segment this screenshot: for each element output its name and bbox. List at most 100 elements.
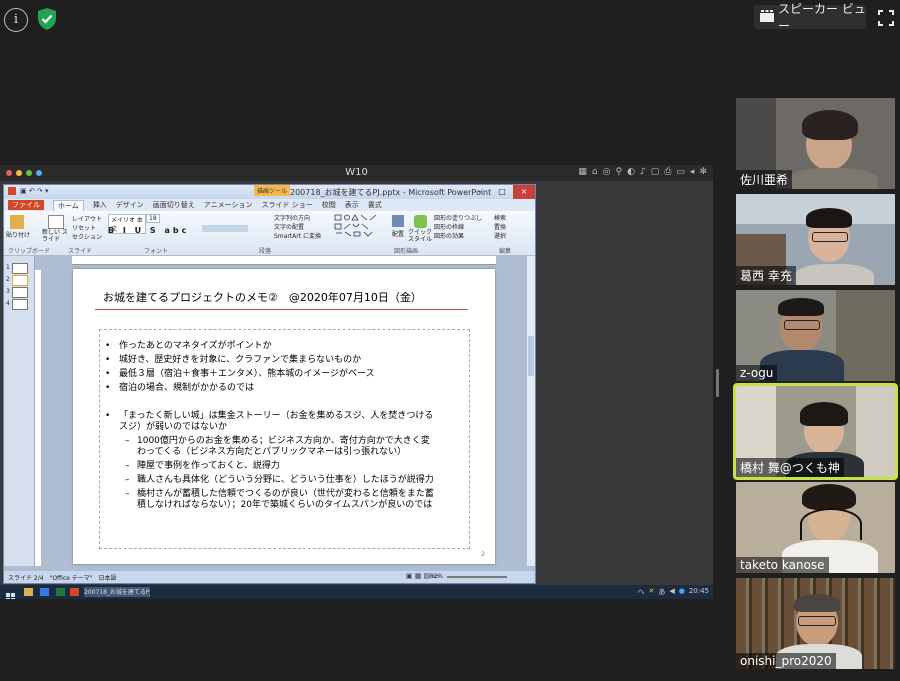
- tab-design[interactable]: デザイン: [116, 200, 144, 210]
- arrange-icon[interactable]: [392, 215, 404, 227]
- remote-tool-icon[interactable]: ▦: [578, 167, 587, 177]
- shape-outline-button[interactable]: 図形の枠線: [434, 222, 464, 231]
- sub-bullet-text: 職人さんも具体化（どういう分野に、どういう仕事を）したほうが説得力: [137, 475, 434, 485]
- new-slide-button[interactable]: 新しい スライド: [42, 229, 70, 243]
- quick-styles-button[interactable]: クイック スタイル: [408, 229, 434, 243]
- tab-animations[interactable]: アニメーション: [204, 200, 253, 210]
- find-button[interactable]: 検索: [494, 213, 506, 222]
- group-label-drawing: 図形描画: [394, 248, 419, 255]
- tab-insert[interactable]: 挿入: [93, 200, 107, 210]
- font-style-buttons[interactable]: B I U S abc: [108, 226, 189, 235]
- shared-screen[interactable]: W10 ▦ ⌂ ◎ ⚲ ◐ ♪ ▢ ⎙ ▭ ◂ ✻ ▣ ↶ ↷ ▾ 描画ツール …: [0, 165, 713, 599]
- remote-tool-icon[interactable]: ⌂: [592, 167, 598, 177]
- participant-name: taketo kanose: [736, 557, 829, 573]
- new-slide-icon[interactable]: [48, 215, 64, 229]
- powerpoint-taskbar-icon[interactable]: [70, 588, 79, 596]
- tab-transitions[interactable]: 画面切り替え: [153, 200, 195, 210]
- group-label-font: フォント: [144, 248, 169, 255]
- vertical-scrollbar[interactable]: [527, 256, 535, 566]
- sub-bullet-glyph: –: [125, 461, 130, 471]
- panel-resize-handle[interactable]: [716, 369, 719, 397]
- fullscreen-icon[interactable]: [878, 10, 894, 26]
- tab-home[interactable]: ホーム: [53, 199, 84, 211]
- remote-desktop: ▣ ↶ ↷ ▾ 描画ツール 200718_お城を建てるPJ.pptx - Mic…: [0, 181, 713, 599]
- volume-icon[interactable]: ◀: [669, 587, 674, 597]
- shapes-gallery[interactable]: [334, 213, 384, 239]
- align-text-button[interactable]: 文字の配置: [274, 222, 304, 231]
- font-size-select[interactable]: 18: [146, 214, 160, 223]
- windows-start-icon[interactable]: [6, 587, 15, 599]
- tab-review[interactable]: 校閲: [322, 200, 336, 210]
- participant-tile-active-speaker[interactable]: 橋村 舞@つくも神: [733, 383, 898, 480]
- layout-button[interactable]: レイアウト: [72, 214, 102, 223]
- file-explorer-icon[interactable]: [24, 588, 33, 596]
- quick-styles-icon[interactable]: [414, 215, 427, 228]
- participant-tile[interactable]: onishi_pro2020: [736, 578, 895, 669]
- tray-tool-icon[interactable]: ✕: [648, 587, 654, 597]
- quick-access-icon[interactable]: ▣ ↶ ↷ ▾: [20, 187, 49, 195]
- minimize-button[interactable]: –: [469, 185, 491, 199]
- slide-title[interactable]: お城を建てるプロジェクトのメモ② @2020年07月10日（金）: [103, 289, 422, 305]
- remote-tool-icon[interactable]: ♪: [640, 167, 646, 177]
- slide-thumbnail-pane: 1 2 3 4: [4, 256, 35, 566]
- slide-thumbnail[interactable]: [12, 299, 28, 310]
- slide-canvas[interactable]: お城を建てるプロジェクトのメモ② @2020年07月10日（金） • 作ったあと…: [73, 269, 495, 564]
- speaker-view-button[interactable]: スピーカー ビュー: [754, 2, 866, 33]
- reset-button[interactable]: リセット: [72, 223, 96, 232]
- participant-tile[interactable]: 佐川亜希: [736, 98, 895, 189]
- glasses-icon: [812, 232, 848, 242]
- remote-tool-icon[interactable]: ⚲: [615, 167, 622, 177]
- replace-button[interactable]: 置換: [494, 222, 506, 231]
- paste-button[interactable]: 貼り付け: [6, 230, 30, 239]
- close-button[interactable]: ×: [513, 185, 535, 199]
- text-direction-button[interactable]: 文字列の方向: [274, 213, 310, 222]
- zoom-slider[interactable]: [447, 576, 507, 578]
- shape-fill-button[interactable]: 図形の塗りつぶし: [434, 213, 482, 222]
- tab-file[interactable]: ファイル: [8, 200, 44, 210]
- shape-effects-button[interactable]: 図形の効果: [434, 231, 464, 240]
- paste-icon[interactable]: [10, 215, 24, 229]
- taskbar-window-item[interactable]: 200718_お城を建てるPJ: [84, 587, 150, 597]
- sub-bullet-text: わってくる（ビジネス方向だとパブリックマネーは引っ張れない）: [137, 447, 407, 457]
- remote-tool-icon[interactable]: ◎: [603, 167, 611, 177]
- slide-thumbnail[interactable]: [12, 275, 28, 286]
- select-button[interactable]: 選択: [494, 231, 506, 240]
- remote-settings-icon[interactable]: ✻: [699, 167, 707, 177]
- slide-thumbnail[interactable]: [12, 263, 28, 274]
- slide-thumbnail[interactable]: [12, 287, 28, 298]
- thumb-number: 3: [6, 288, 10, 295]
- excel-icon[interactable]: [56, 588, 65, 596]
- maximize-button[interactable]: □: [491, 185, 513, 199]
- participant-tile[interactable]: 葛西 幸充: [736, 194, 895, 285]
- tab-format[interactable]: 書式: [368, 200, 382, 210]
- arrange-button[interactable]: 配置: [392, 229, 404, 238]
- participant-name: 橋村 舞@つくも神: [736, 458, 844, 477]
- remote-tool-icon[interactable]: ⎙: [664, 167, 671, 177]
- info-icon[interactable]: i: [4, 8, 28, 32]
- network-icon[interactable]: ●: [679, 587, 685, 597]
- smartart-button[interactable]: SmartArt に変換: [274, 231, 321, 240]
- remote-tool-icon[interactable]: ▭: [676, 167, 685, 177]
- tray-expand-icon[interactable]: へ: [637, 587, 644, 597]
- status-text: スライド 2/4 "Office テーマ" 日本語: [8, 575, 117, 582]
- participant-tile[interactable]: taketo kanose: [736, 482, 895, 573]
- bullet-text: 城好き、歴史好きを対象に、クラファンで集まらないものか: [119, 355, 362, 365]
- edge-icon[interactable]: [40, 588, 49, 596]
- tab-slideshow[interactable]: スライド ショー: [262, 200, 313, 210]
- security-shield-icon[interactable]: [36, 7, 58, 31]
- tab-view[interactable]: 表示: [345, 200, 359, 210]
- zoom-level[interactable]: 82%: [430, 573, 443, 580]
- scrollbar-thumb[interactable]: [528, 336, 534, 376]
- participant-tile[interactable]: z-ogu: [736, 290, 895, 381]
- sub-bullet-text: 橋村さんが蓄積した信頼でつくるのが良い（世代が変わると信頼をまた蓄: [137, 489, 434, 499]
- sub-bullet-text: 陣屋で事例を作っておくと、説得力: [137, 461, 280, 471]
- horizontal-ruler: [72, 256, 496, 265]
- ime-indicator[interactable]: あ: [658, 587, 665, 597]
- remote-tool-icon[interactable]: ◂: [690, 167, 695, 177]
- paragraph-align-buttons[interactable]: [202, 225, 248, 232]
- remote-tool-icon[interactable]: ▢: [651, 167, 660, 177]
- remote-tool-icon[interactable]: ◐: [627, 167, 635, 177]
- speaker-view-label: スピーカー ビュー: [778, 2, 866, 33]
- slide-number: 2: [481, 551, 485, 558]
- section-button[interactable]: セクション: [72, 232, 102, 241]
